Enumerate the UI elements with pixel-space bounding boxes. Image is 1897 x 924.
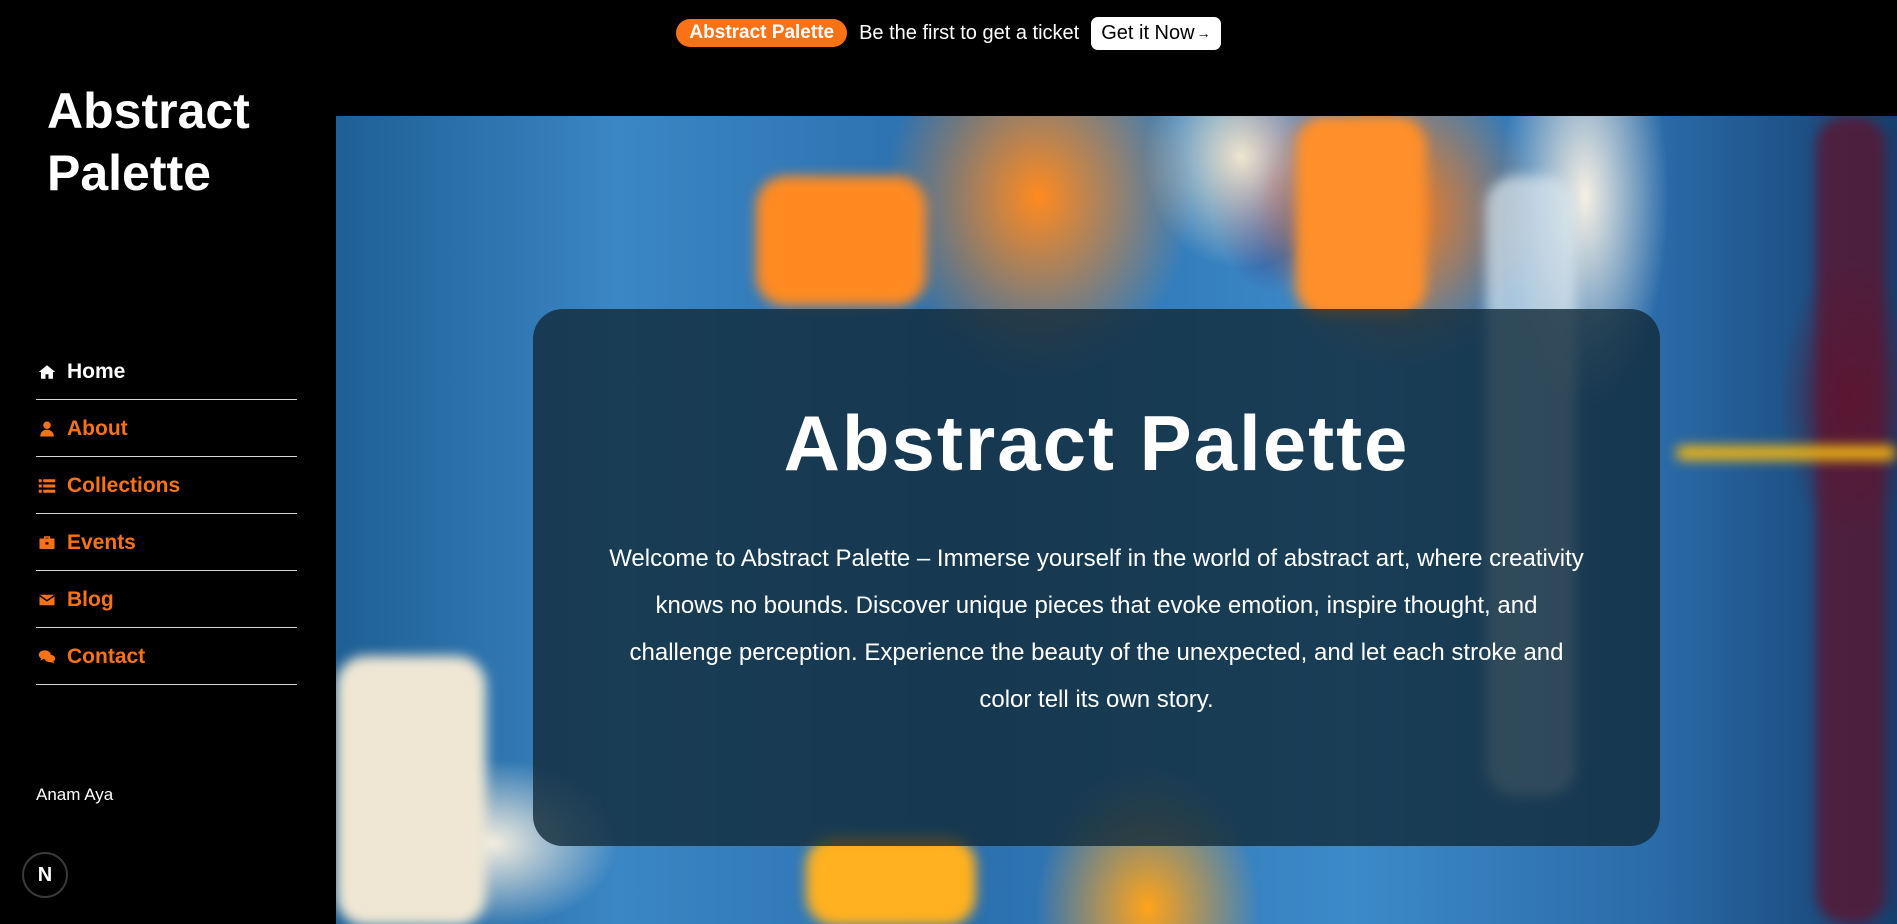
sidebar-item-events[interactable]: Events bbox=[36, 514, 297, 571]
list-icon bbox=[36, 475, 58, 497]
arrow-right-icon: → bbox=[1196, 25, 1211, 41]
sidebar-item-label: Blog bbox=[67, 588, 114, 611]
envelope-icon bbox=[36, 589, 58, 611]
paint-streak bbox=[806, 836, 976, 924]
hero-description: Welcome to Abstract Palette – Immerse yo… bbox=[609, 545, 1584, 713]
hero-panel: Abstract Palette Welcome to Abstract Pal… bbox=[533, 309, 1660, 846]
paint-streak bbox=[1676, 446, 1896, 460]
hero-title: Abstract Palette bbox=[783, 399, 1410, 487]
sidebar: Abstract Palette Home About Collections … bbox=[0, 68, 336, 924]
sidebar-item-blog[interactable]: Blog bbox=[36, 571, 297, 628]
briefcase-icon bbox=[36, 532, 58, 554]
sidebar-item-label: About bbox=[67, 417, 128, 440]
announcement-badge: Abstract Palette bbox=[676, 19, 848, 47]
home-icon bbox=[36, 361, 58, 383]
sidebar-item-collections[interactable]: Collections bbox=[36, 457, 297, 514]
dev-tools-badge[interactable]: N bbox=[22, 852, 68, 898]
sidebar-item-label: Events bbox=[67, 531, 136, 554]
sidebar-item-label: Home bbox=[67, 360, 126, 383]
sidebar-item-home[interactable]: Home bbox=[36, 343, 297, 400]
hero-section: Abstract Palette Welcome to Abstract Pal… bbox=[336, 116, 1897, 924]
sidebar-item-label: Contact bbox=[67, 645, 146, 668]
user-icon bbox=[36, 418, 58, 440]
sidebar-item-contact[interactable]: Contact bbox=[36, 628, 297, 685]
paint-streak bbox=[1816, 116, 1886, 924]
paint-streak bbox=[1296, 116, 1426, 316]
comments-icon bbox=[36, 646, 58, 668]
announcement-message: Be the first to get a ticket bbox=[859, 21, 1080, 44]
sidebar-item-about[interactable]: About bbox=[36, 400, 297, 457]
get-it-now-label: Get it Now bbox=[1101, 21, 1195, 44]
get-it-now-button[interactable]: Get it Now → bbox=[1091, 16, 1221, 50]
paint-streak bbox=[756, 176, 926, 306]
sidebar-nav: Home About Collections Events Blog Conta… bbox=[36, 343, 297, 685]
author-name: Anam Aya bbox=[36, 785, 114, 804]
brand-title[interactable]: Abstract Palette bbox=[47, 80, 307, 204]
announcement-bar: Abstract Palette Be the first to get a t… bbox=[0, 0, 1897, 68]
sidebar-item-label: Collections bbox=[67, 474, 181, 497]
paint-streak bbox=[336, 656, 486, 924]
